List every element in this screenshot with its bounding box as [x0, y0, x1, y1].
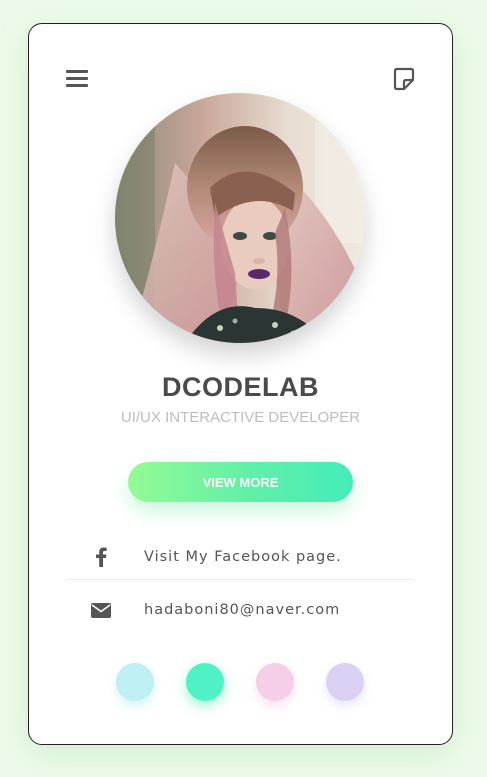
profile-role: UI/UX INTERACTIVE DEVELOPER [120, 409, 361, 426]
theme-dot-light-blue[interactable] [116, 663, 154, 701]
facebook-link-text: Visit My Facebook page. [144, 548, 342, 565]
theme-dot-mint[interactable] [186, 663, 224, 701]
view-more-button[interactable]: VIEW MORE [128, 462, 353, 502]
hamburger-menu-icon[interactable] [65, 68, 89, 90]
avatar [115, 93, 365, 343]
facebook-link[interactable]: Visit My Facebook page. [66, 534, 414, 580]
email-link-text: hadaboni80@naver.com [144, 602, 341, 618]
profile-card: DCODELAB UI/UX INTERACTIVE DEVELOPER VIE… [28, 23, 453, 745]
note-icon[interactable] [392, 67, 416, 91]
theme-dot-lavender[interactable] [326, 663, 364, 701]
profile-name: DCODELAB [162, 372, 319, 402]
email-link[interactable]: hadaboni80@naver.com [66, 587, 414, 633]
mail-icon [66, 602, 136, 618]
facebook-icon [66, 547, 136, 567]
theme-dot-pink[interactable] [256, 663, 294, 701]
